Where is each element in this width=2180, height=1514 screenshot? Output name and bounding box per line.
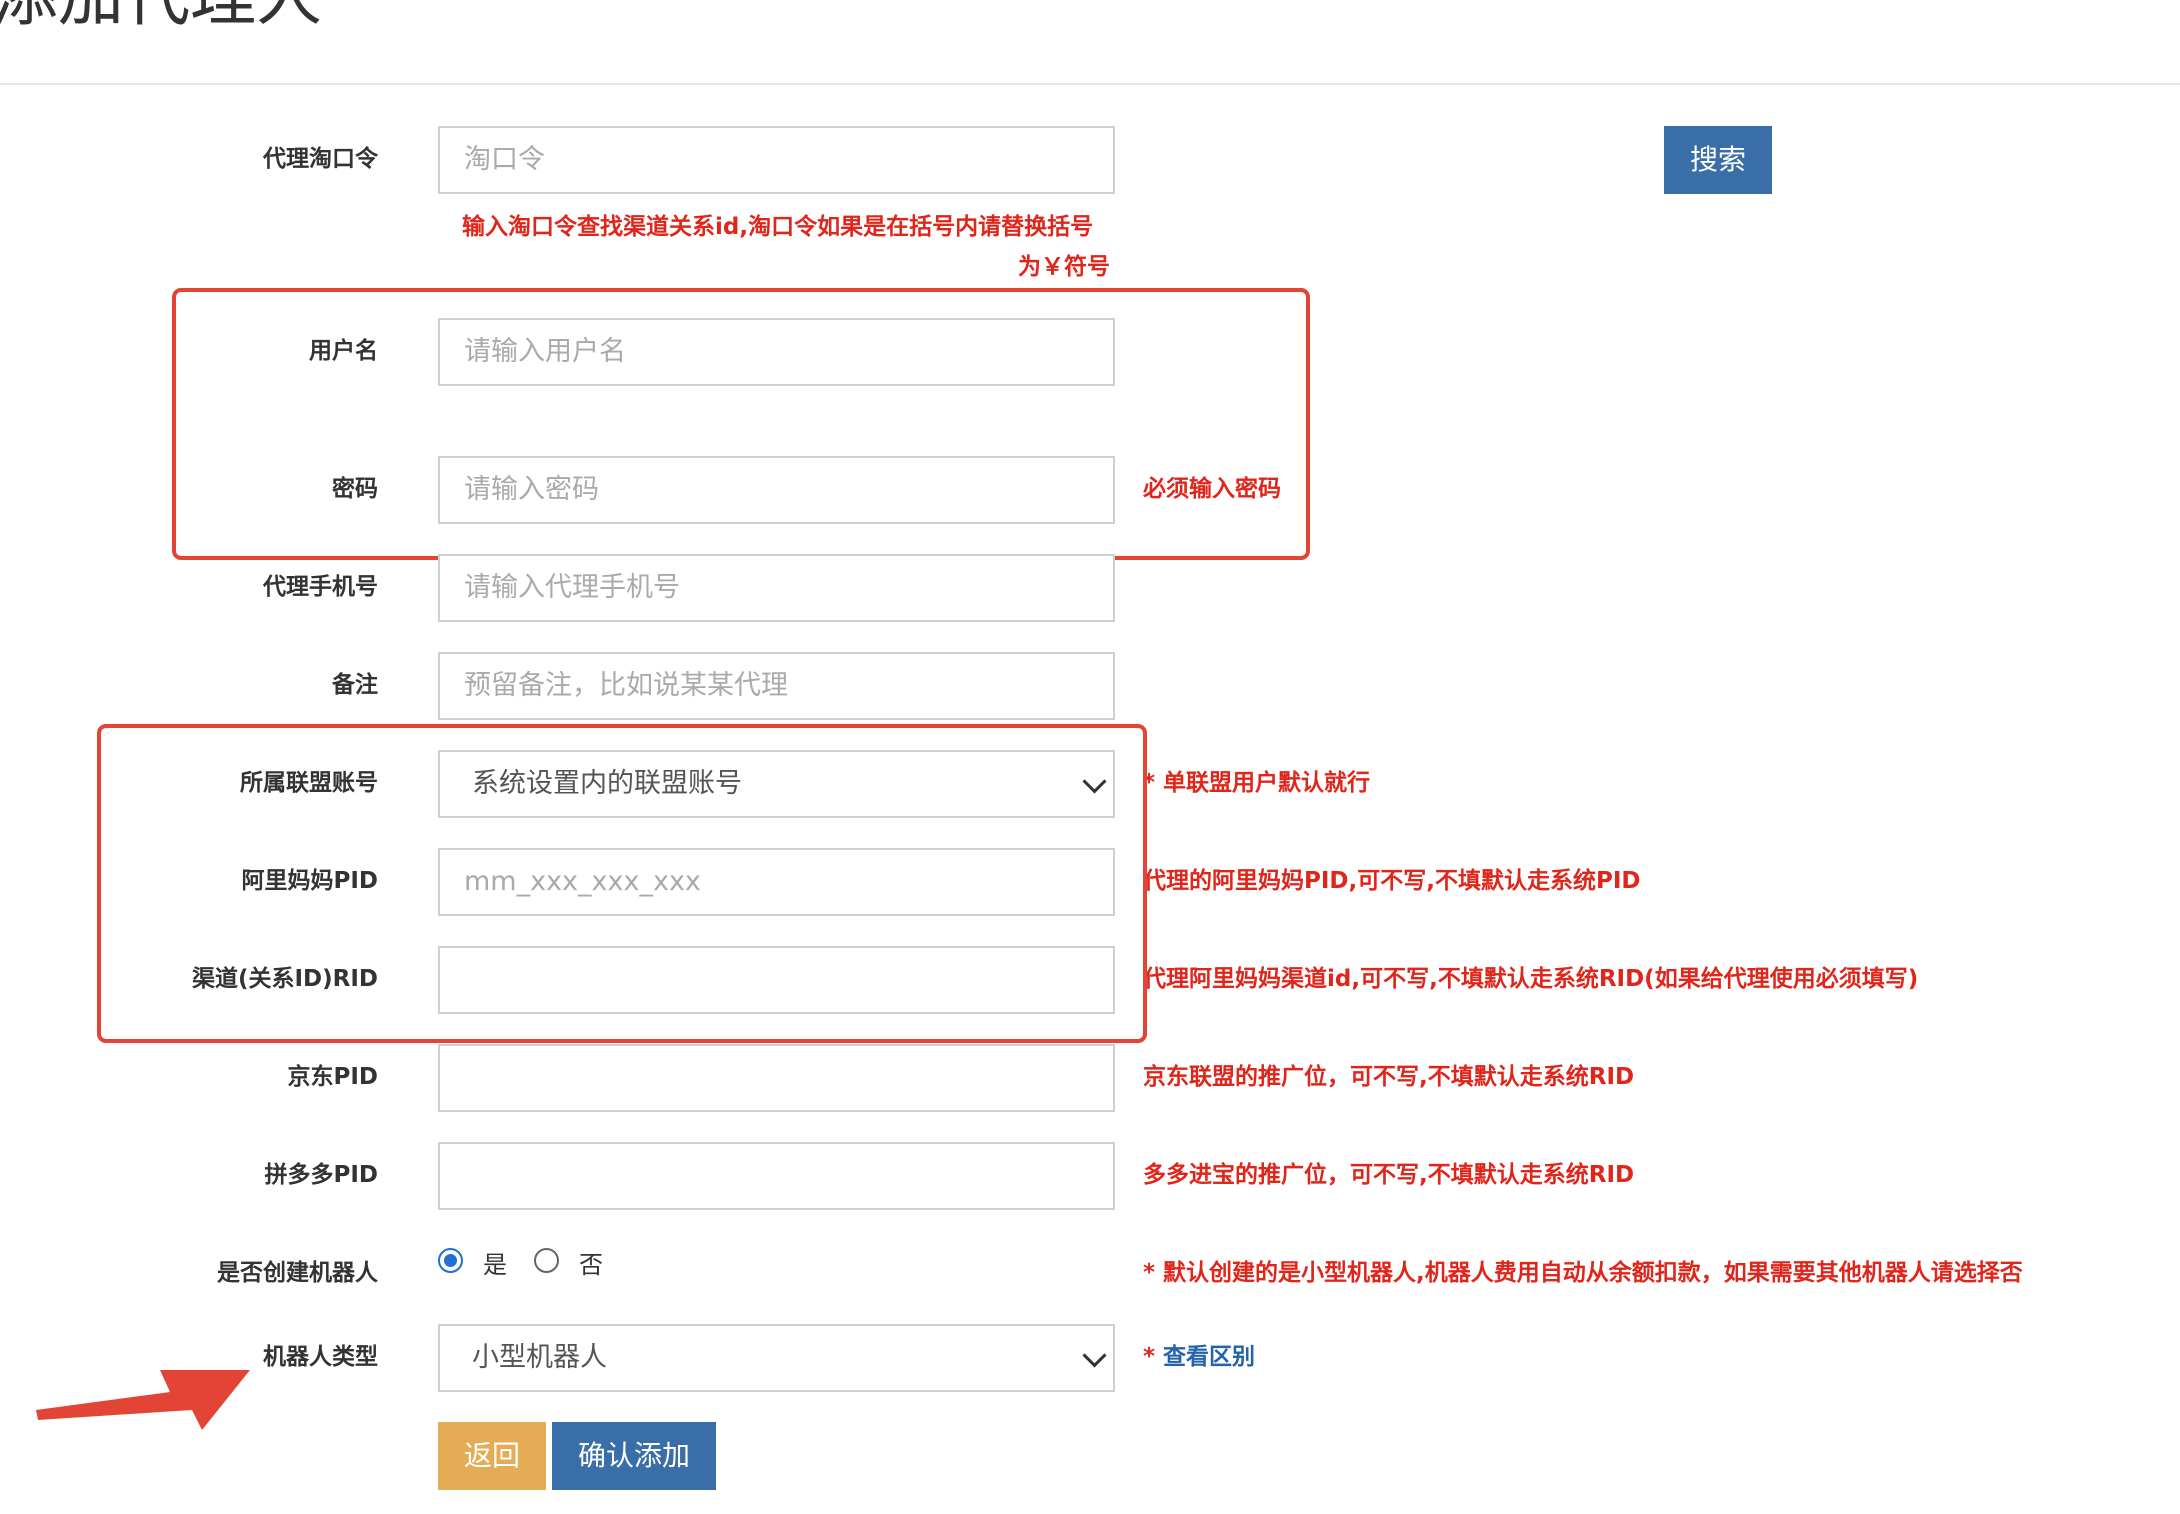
- search-hint-line1: 输入淘口令查找渠道关系id,淘口令如果是在括号内请替换括号: [462, 214, 1094, 240]
- create-robot-hint: * 默认创建的是小型机器人,机器人费用自动从余额扣款，如果需要其他机器人请选择否: [1143, 1260, 2023, 1286]
- robot-type-hint-star: *: [1143, 1344, 1164, 1370]
- jd-pid-hint: 京东联盟的推广位，可不写,不填默认走系统RID: [1143, 1064, 1635, 1090]
- radio-no[interactable]: [534, 1248, 559, 1273]
- phone-label: 代理手机号: [263, 574, 378, 600]
- annotation-box-alliance: [97, 724, 1147, 1043]
- search-hint-line2: 为￥符号: [1018, 254, 1110, 280]
- taokouling-input[interactable]: 淘口令: [438, 126, 1115, 194]
- search-button[interactable]: 搜索: [1664, 126, 1772, 194]
- pdd-pid-input[interactable]: [438, 1142, 1115, 1210]
- confirm-add-button[interactable]: 确认添加: [552, 1422, 716, 1490]
- create-robot-label: 是否创建机器人: [217, 1260, 378, 1286]
- robot-type-hint: * 查看区别: [1143, 1342, 1255, 1372]
- page-title: 添加代理人: [0, 0, 322, 42]
- radio-yes[interactable]: [438, 1248, 463, 1273]
- annotation-box-credentials: [172, 288, 1310, 560]
- jd-pid-input[interactable]: [438, 1044, 1115, 1112]
- back-button[interactable]: 返回: [438, 1422, 546, 1490]
- header-divider: [0, 83, 2180, 85]
- robot-type-select-value: 小型机器人: [472, 1342, 607, 1373]
- alliance-hint: * 单联盟用户默认就行: [1143, 770, 1371, 796]
- pdd-pid-hint: 多多进宝的推广位，可不写,不填默认走系统RID: [1143, 1162, 1635, 1188]
- chevron-down-icon: [1082, 1343, 1107, 1368]
- annotation-arrow-icon: [36, 1370, 250, 1430]
- search-label: 代理淘口令: [263, 146, 378, 172]
- alimama-pid-hint: 代理的阿里妈妈PID,可不写,不填默认走系统PID: [1143, 868, 1641, 894]
- phone-input[interactable]: 请输入代理手机号: [438, 554, 1115, 622]
- remark-input[interactable]: 预留备注，比如说某某代理: [438, 652, 1115, 720]
- radio-yes-label: 是: [483, 1251, 507, 1279]
- radio-no-label: 否: [579, 1251, 603, 1279]
- pdd-pid-label: 拼多多PID: [264, 1162, 378, 1188]
- remark-label: 备注: [332, 672, 378, 698]
- channel-rid-hint: 代理阿里妈妈渠道id,可不写,不填默认走系统RID(如果给代理使用必须填写): [1143, 966, 1919, 992]
- robot-type-select[interactable]: 小型机器人: [438, 1324, 1115, 1392]
- jd-pid-label: 京东PID: [287, 1064, 378, 1090]
- view-difference-link[interactable]: 查看区别: [1163, 1344, 1255, 1370]
